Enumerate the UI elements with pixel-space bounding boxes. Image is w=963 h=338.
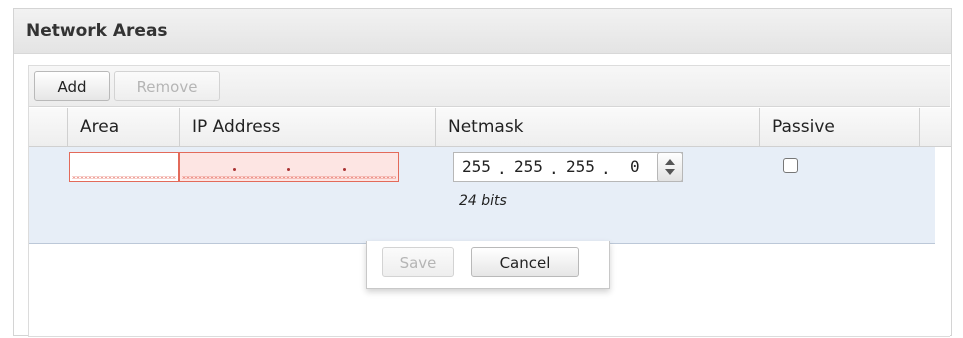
netmask-input[interactable]: 255 . 255 . 255 . 0 (453, 152, 683, 182)
up-down-spinner-icon[interactable] (657, 152, 683, 182)
column-header-ip-address[interactable]: IP Address (179, 108, 435, 146)
cancel-button[interactable]: Cancel (471, 247, 579, 277)
remove-button[interactable]: Remove (114, 71, 220, 101)
spinner-down-icon[interactable] (665, 169, 675, 175)
column-header-netmask[interactable]: Netmask (435, 108, 759, 146)
area-input[interactable] (69, 152, 179, 182)
netmask-octet-3[interactable]: 255 (566, 157, 595, 176)
netmask-bits-label: 24 bits (459, 193, 507, 209)
network-areas-panel: Network Areas Add Remove Area IP Address… (13, 8, 952, 337)
netmask-octet-2[interactable]: 255 (514, 157, 543, 176)
save-button[interactable]: Save (382, 247, 454, 277)
netmask-octet-1[interactable]: 255 (462, 157, 491, 176)
netmask-separator: . (601, 159, 611, 178)
panel-title: Network Areas (14, 9, 951, 54)
ip-address-input[interactable] (179, 152, 399, 182)
spellcheck-underline (72, 176, 176, 179)
row-editor-actions: Save Cancel (366, 241, 610, 289)
netmask-separator: . (549, 159, 559, 178)
spinner-up-icon[interactable] (665, 159, 675, 165)
network-areas-grid: Add Remove Area IP Address Netmask Passi… (28, 65, 951, 337)
ip-separator-dot (287, 168, 290, 171)
column-header-spacer (919, 108, 951, 146)
netmask-octet-4[interactable]: 0 (630, 157, 640, 176)
edit-row: 255 . 255 . 255 . 0 24 bits (29, 147, 935, 244)
passive-checkbox[interactable] (783, 158, 798, 173)
column-header-passive[interactable]: Passive (759, 108, 919, 146)
grid-toolbar: Add Remove (29, 66, 950, 107)
ip-separator-dot (343, 168, 346, 171)
column-header-row: Area IP Address Netmask Passive (29, 108, 951, 147)
column-header-area[interactable]: Area (67, 108, 179, 146)
spellcheck-underline (182, 176, 396, 179)
netmask-separator: . (497, 159, 507, 178)
ip-separator-dot (233, 168, 236, 171)
add-button[interactable]: Add (34, 71, 110, 101)
